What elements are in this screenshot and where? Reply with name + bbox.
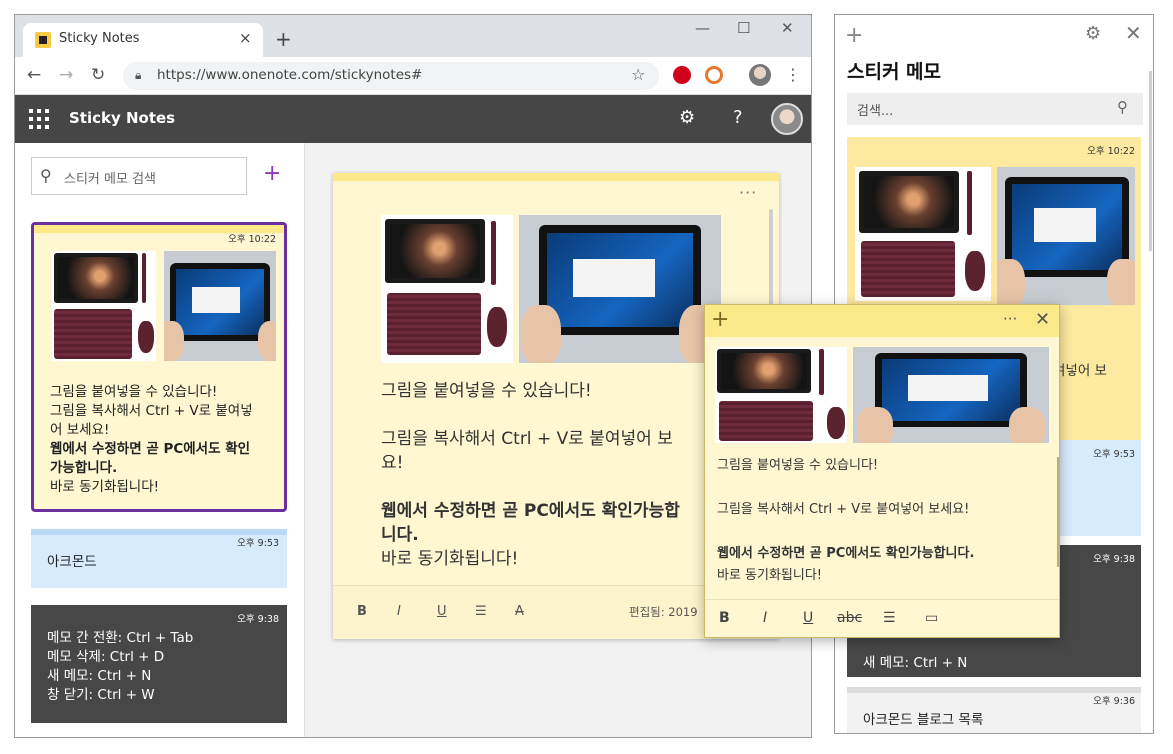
italic-button[interactable]: I bbox=[763, 610, 767, 626]
tab-strip: Sticky Notes × + — ☐ ✕ bbox=[15, 15, 811, 57]
bold-button[interactable]: B bbox=[357, 604, 367, 619]
close-icon[interactable]: ✕ bbox=[1035, 309, 1050, 330]
add-note-icon[interactable]: + bbox=[711, 307, 729, 332]
extension-icon[interactable] bbox=[705, 66, 723, 84]
user-avatar[interactable] bbox=[771, 103, 803, 135]
note-time: 오후 9:36 bbox=[1093, 696, 1135, 707]
search-input[interactable]: 검색... ⚲ bbox=[847, 93, 1143, 125]
note-preview-text: 그림을 붙여넣을 수 있습니다! 그림을 복사해서 Ctrl + V로 붙여넣 … bbox=[50, 384, 253, 495]
app-title: Sticky Notes bbox=[69, 109, 176, 127]
insert-image-button[interactable]: ▭ bbox=[925, 610, 938, 626]
note-time: 오후 10:22 bbox=[1087, 146, 1135, 157]
note-card[interactable]: 오후 9:36 아크몬드 블로그 목록 bbox=[847, 687, 1141, 733]
desktop-sticky-note[interactable]: + ··· ✕ 그림을 붙여넣을 수 있습니다! 그림을 복사해서 Ctrl +… bbox=[704, 304, 1060, 638]
edited-timestamp: 편집됨: 2019 bbox=[629, 605, 698, 619]
new-tab-button[interactable]: + bbox=[275, 27, 292, 51]
surface-keyboard-image bbox=[381, 215, 513, 363]
surface-tablet-image bbox=[519, 215, 721, 363]
app-launcher-icon[interactable] bbox=[29, 109, 49, 129]
surface-keyboard-image bbox=[855, 167, 991, 301]
format-toolbar: B I U abc ☰ ▭ bbox=[705, 599, 1059, 637]
note-preview-text: 메모 간 전환: Ctrl + Tab 메모 삭제: Ctrl + D 새 메모… bbox=[47, 630, 194, 703]
close-icon[interactable]: ✕ bbox=[1125, 21, 1142, 45]
search-placeholder: 스티커 메모 검색 bbox=[64, 172, 156, 187]
strikethrough-button[interactable]: abc bbox=[837, 610, 862, 626]
app-header: Sticky Notes ⚙ ? bbox=[15, 95, 811, 143]
tab-close-icon[interactable]: × bbox=[239, 29, 252, 47]
surface-tablet-image bbox=[164, 251, 276, 361]
surface-tablet-image bbox=[997, 167, 1135, 305]
note-card[interactable]: 오후 9:53 아크몬드 bbox=[31, 529, 287, 588]
help-icon[interactable]: ? bbox=[733, 107, 743, 128]
surface-keyboard-image bbox=[715, 347, 847, 443]
note-color-band bbox=[333, 173, 779, 181]
note-time: 오후 9:53 bbox=[237, 538, 279, 549]
note-preview-text: 아크몬드 bbox=[47, 554, 97, 570]
scrollbar[interactable] bbox=[1149, 71, 1152, 251]
bold-button[interactable]: B bbox=[719, 610, 730, 626]
note-time: 오후 10:22 bbox=[228, 234, 276, 245]
add-note-button[interactable]: + bbox=[263, 161, 281, 186]
tab-title: Sticky Notes bbox=[59, 31, 140, 46]
bullet-list-button[interactable]: ☰ bbox=[475, 604, 487, 619]
search-icon: ⚲ bbox=[1117, 98, 1128, 116]
note-time: 오후 9:38 bbox=[237, 614, 279, 625]
note-card-selected[interactable]: 오후 10:22 그림을 붙여넣을 수 있습니다! 그림을 복사해서 Ctrl … bbox=[31, 222, 287, 512]
note-preview-text: 새 메모: Ctrl + N bbox=[863, 655, 968, 671]
url-text: https://www.onenote.com/stickynotes# bbox=[157, 67, 423, 83]
bullet-list-button[interactable]: ☰ bbox=[883, 610, 896, 626]
note-time: 오후 9:38 bbox=[1093, 554, 1135, 565]
scrollbar[interactable] bbox=[1057, 457, 1059, 567]
note-preview-text: 여넣어 보 bbox=[1053, 363, 1107, 379]
add-note-icon[interactable]: + bbox=[845, 23, 863, 48]
lock-icon: 🔒︎ bbox=[135, 68, 142, 82]
strikethrough-button[interactable]: A bbox=[515, 604, 524, 619]
more-options-icon[interactable]: ··· bbox=[739, 183, 757, 202]
notes-sidebar: ⚲ 스티커 메모 검색 + 오후 10:22 그림을 붙여넣을 수 있습니다! … bbox=[15, 143, 305, 737]
reload-icon[interactable]: ↻ bbox=[91, 65, 105, 85]
more-options-icon[interactable]: ··· bbox=[1003, 310, 1017, 328]
sticky-notes-favicon-icon bbox=[35, 32, 51, 48]
search-placeholder: 검색... bbox=[857, 104, 894, 119]
profile-avatar[interactable] bbox=[749, 64, 771, 86]
search-input[interactable]: ⚲ 스티커 메모 검색 bbox=[31, 157, 247, 195]
note-preview-text: 아크몬드 블로그 목록 bbox=[863, 712, 984, 728]
note-time: 오후 9:53 bbox=[1093, 449, 1135, 460]
underline-button[interactable]: U bbox=[437, 604, 447, 619]
note-card[interactable]: 오후 9:38 메모 간 전환: Ctrl + Tab 메모 삭제: Ctrl … bbox=[31, 605, 287, 723]
bookmark-star-icon[interactable]: ☆ bbox=[631, 65, 645, 84]
minimize-icon[interactable]: — bbox=[695, 19, 710, 37]
settings-gear-icon[interactable]: ⚙ bbox=[679, 107, 695, 128]
note-content[interactable]: 그림을 붙여넣을 수 있습니다! 그림을 복사해서 Ctrl + V로 붙여넣어… bbox=[717, 455, 1047, 587]
extension-adblock-icon[interactable] bbox=[673, 66, 691, 84]
underline-button[interactable]: U bbox=[803, 610, 813, 626]
list-title: 스티커 메모 bbox=[847, 61, 942, 83]
search-icon: ⚲ bbox=[40, 166, 52, 185]
browser-tab[interactable]: Sticky Notes × bbox=[23, 23, 263, 57]
browser-window: Sticky Notes × + — ☐ ✕ ← → ↻ 🔒︎ https://… bbox=[14, 14, 812, 738]
address-bar[interactable]: 🔒︎ https://www.onenote.com/stickynotes# … bbox=[123, 62, 659, 90]
forward-icon[interactable]: → bbox=[59, 65, 73, 85]
settings-gear-icon[interactable]: ⚙ bbox=[1085, 23, 1101, 44]
window-close-icon[interactable]: ✕ bbox=[781, 19, 794, 37]
maximize-icon[interactable]: ☐ bbox=[737, 19, 750, 37]
toolbar: ← → ↻ 🔒︎ https://www.onenote.com/stickyn… bbox=[15, 57, 811, 95]
surface-tablet-image bbox=[853, 347, 1049, 443]
back-icon[interactable]: ← bbox=[27, 65, 41, 85]
surface-keyboard-image bbox=[52, 251, 156, 361]
italic-button[interactable]: I bbox=[397, 604, 401, 619]
browser-menu-icon[interactable]: ⋮ bbox=[785, 65, 801, 84]
